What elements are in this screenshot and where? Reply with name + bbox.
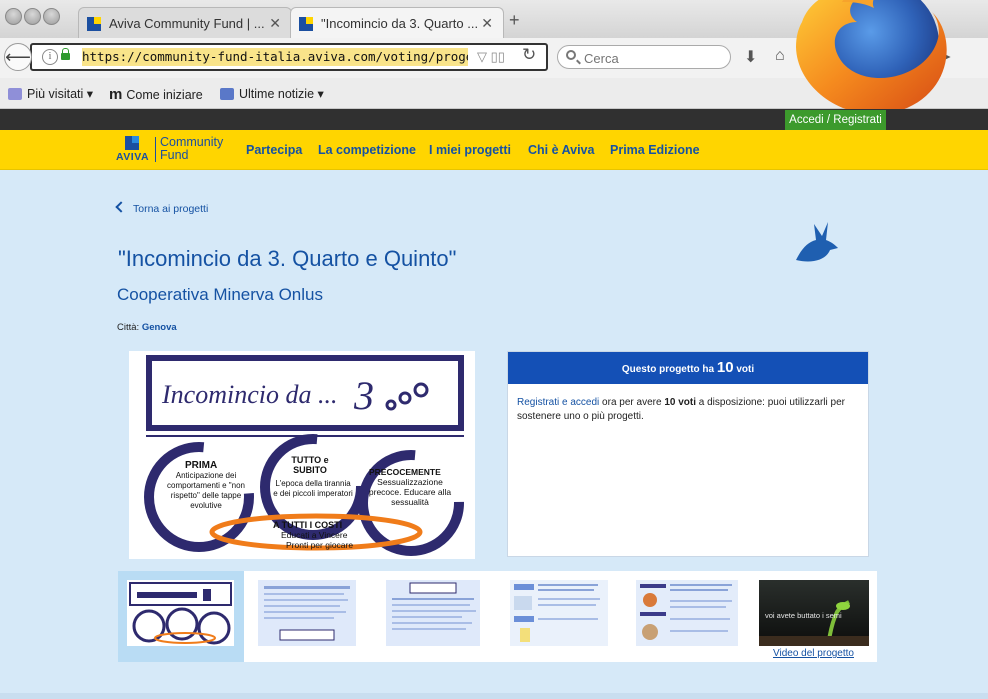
register-login-link[interactable]: Registrati e accedi xyxy=(517,397,599,408)
bookmark-folder-most-visited[interactable]: Più visitati ▾ xyxy=(8,86,93,101)
reader-view-icon[interactable]: ▽ ▯▯ xyxy=(477,49,505,65)
poster-banner-line2: Pronti per giocare xyxy=(286,540,353,550)
menu-item-i-miei-progetti[interactable]: I miei progetti xyxy=(429,143,511,157)
votes-body: Registrati e accedi ora per avere 10 vot… xyxy=(508,384,868,436)
search-input[interactable] xyxy=(582,48,726,68)
votes-header: Questo progetto ha 10 voti xyxy=(508,352,868,384)
tab-close-icon[interactable]: ✕ xyxy=(481,15,493,32)
votes-body-text-1: ora per avere xyxy=(602,397,662,408)
poster-circle-1-text: Anticipazione dei comportamenti e "non r… xyxy=(167,471,245,510)
logo-community-fund: Community Fund xyxy=(160,136,240,161)
lock-icon xyxy=(61,48,70,60)
gallery-thumbnails: voi avete buttato i semi Video del proge… xyxy=(118,571,877,662)
tab-incomincio-da-3[interactable]: "Incomincio da 3. Quarto ... ✕ xyxy=(290,7,504,38)
bookmark-label: Ultime notizie xyxy=(239,87,315,101)
bookmark-label: Come iniziare xyxy=(126,88,203,102)
video-thumbnail[interactable]: voi avete buttato i semi xyxy=(759,580,869,646)
reload-icon[interactable]: ↻ xyxy=(522,45,536,65)
video-caption: voi avete buttato i semi xyxy=(765,611,842,620)
back-button[interactable]: ⟵ xyxy=(4,43,32,71)
votes-count: 10 xyxy=(716,359,734,376)
thumbnail-2[interactable] xyxy=(258,580,356,646)
back-to-projects-link[interactable]: Torna ai progetti xyxy=(115,201,209,215)
mozilla-m-icon: m xyxy=(109,86,123,103)
downloads-arrow-icon[interactable]: ⬇ xyxy=(744,47,757,67)
bird-icon xyxy=(796,222,838,262)
project-main-image[interactable]: Incomincio da ... 3 PRIMA Anticipazione … xyxy=(129,351,475,559)
tab-close-icon[interactable]: ✕ xyxy=(269,15,281,32)
thumbnail-3[interactable] xyxy=(386,580,480,646)
votes-panel: Questo progetto ha 10 voti Registrati e … xyxy=(507,351,869,557)
bookmark-folder-latest-news[interactable]: Ultime notizie ▾ xyxy=(220,86,324,101)
aviva-favicon-icon xyxy=(299,17,313,31)
search-icon xyxy=(566,50,576,60)
menu-item-prima-edizione[interactable]: Prima Edizione xyxy=(610,143,700,157)
poster-headline: Incomincio da ... xyxy=(161,380,337,409)
tab-title: Aviva Community Fund | ... xyxy=(109,16,265,31)
site-info-icon[interactable]: i xyxy=(42,49,58,65)
aviva-flag-icon xyxy=(125,136,139,150)
page-bottom-band xyxy=(0,693,988,699)
back-link-label: Torna ai progetti xyxy=(133,203,209,215)
menu-item-la-competizione[interactable]: La competizione xyxy=(318,143,416,157)
aviva-community-fund-logo[interactable]: AVIVA Community Fund xyxy=(116,136,236,164)
poster-banner-title: A TUTTI I COSTI xyxy=(273,520,342,530)
menu-item-chi-e-aviva[interactable]: Chi è Aviva xyxy=(528,143,594,157)
city-line: Città: Genova xyxy=(117,322,177,333)
poster-circle-3-title: PRECOCEMENTE xyxy=(369,467,441,477)
aviva-favicon-icon xyxy=(87,17,101,31)
thumbnail-5[interactable] xyxy=(636,580,738,646)
zoom-window-button[interactable] xyxy=(43,8,60,25)
project-poster: Incomincio da ... 3 PRIMA Anticipazione … xyxy=(129,351,475,559)
rss-feed-icon xyxy=(220,88,234,100)
logo-divider xyxy=(155,137,156,162)
organization-name: Cooperativa Minerva Onlus xyxy=(117,285,323,304)
page-title: "Incomincio da 3. Quarto e Quinto" xyxy=(118,246,457,271)
poster-digit: 3 xyxy=(353,373,374,418)
poster-circle-1-title: PRIMA xyxy=(185,460,217,471)
url-bar[interactable]: i https://community-fund-italia.aviva.co… xyxy=(30,43,548,71)
folder-icon xyxy=(8,88,22,100)
minimize-window-button[interactable] xyxy=(24,8,41,25)
close-window-button[interactable] xyxy=(5,8,22,25)
city-value: Genova xyxy=(141,322,177,333)
poster-circle-2-text: L'epoca della tirannia e dei piccoli imp… xyxy=(273,479,353,498)
tab-aviva-community-fund[interactable]: Aviva Community Fund | ... ✕ xyxy=(78,7,292,38)
poster-circle-2-title: TUTTO e SUBITO xyxy=(291,455,329,475)
menu-item-partecipa[interactable]: Partecipa xyxy=(246,143,302,157)
aviva-wordmark: AVIVA xyxy=(116,151,150,163)
tab-title: "Incomincio da 3. Quarto ... xyxy=(321,16,479,31)
votes-prefix: Questo progetto ha xyxy=(621,364,715,375)
login-register-button[interactable]: Accedi / Registrati xyxy=(785,110,886,131)
bookmark-getting-started[interactable]: m Come iniziare xyxy=(109,86,203,103)
firefox-logo-icon xyxy=(796,0,947,115)
votes-suffix: voti xyxy=(736,364,755,375)
project-video-link[interactable]: Video del progetto xyxy=(773,648,854,659)
thumbnail-1[interactable] xyxy=(127,580,234,646)
chevron-left-icon xyxy=(115,201,127,213)
poster-banner-line1: Educati a Vincere xyxy=(281,530,348,540)
poster-circle-3-text: Sessualizzazione precoce. Educare alla s… xyxy=(368,477,452,507)
thumbnail-4[interactable] xyxy=(510,580,608,646)
city-label: Città: xyxy=(117,322,140,333)
url-text[interactable]: https://community-fund-italia.aviva.com/… xyxy=(82,48,468,66)
votes-body-bold: 10 voti xyxy=(664,397,696,408)
search-box[interactable] xyxy=(557,45,731,69)
bookmark-label: Più visitati xyxy=(27,87,84,101)
logo-line2: Fund xyxy=(160,147,189,162)
new-tab-button[interactable]: + xyxy=(509,10,520,31)
